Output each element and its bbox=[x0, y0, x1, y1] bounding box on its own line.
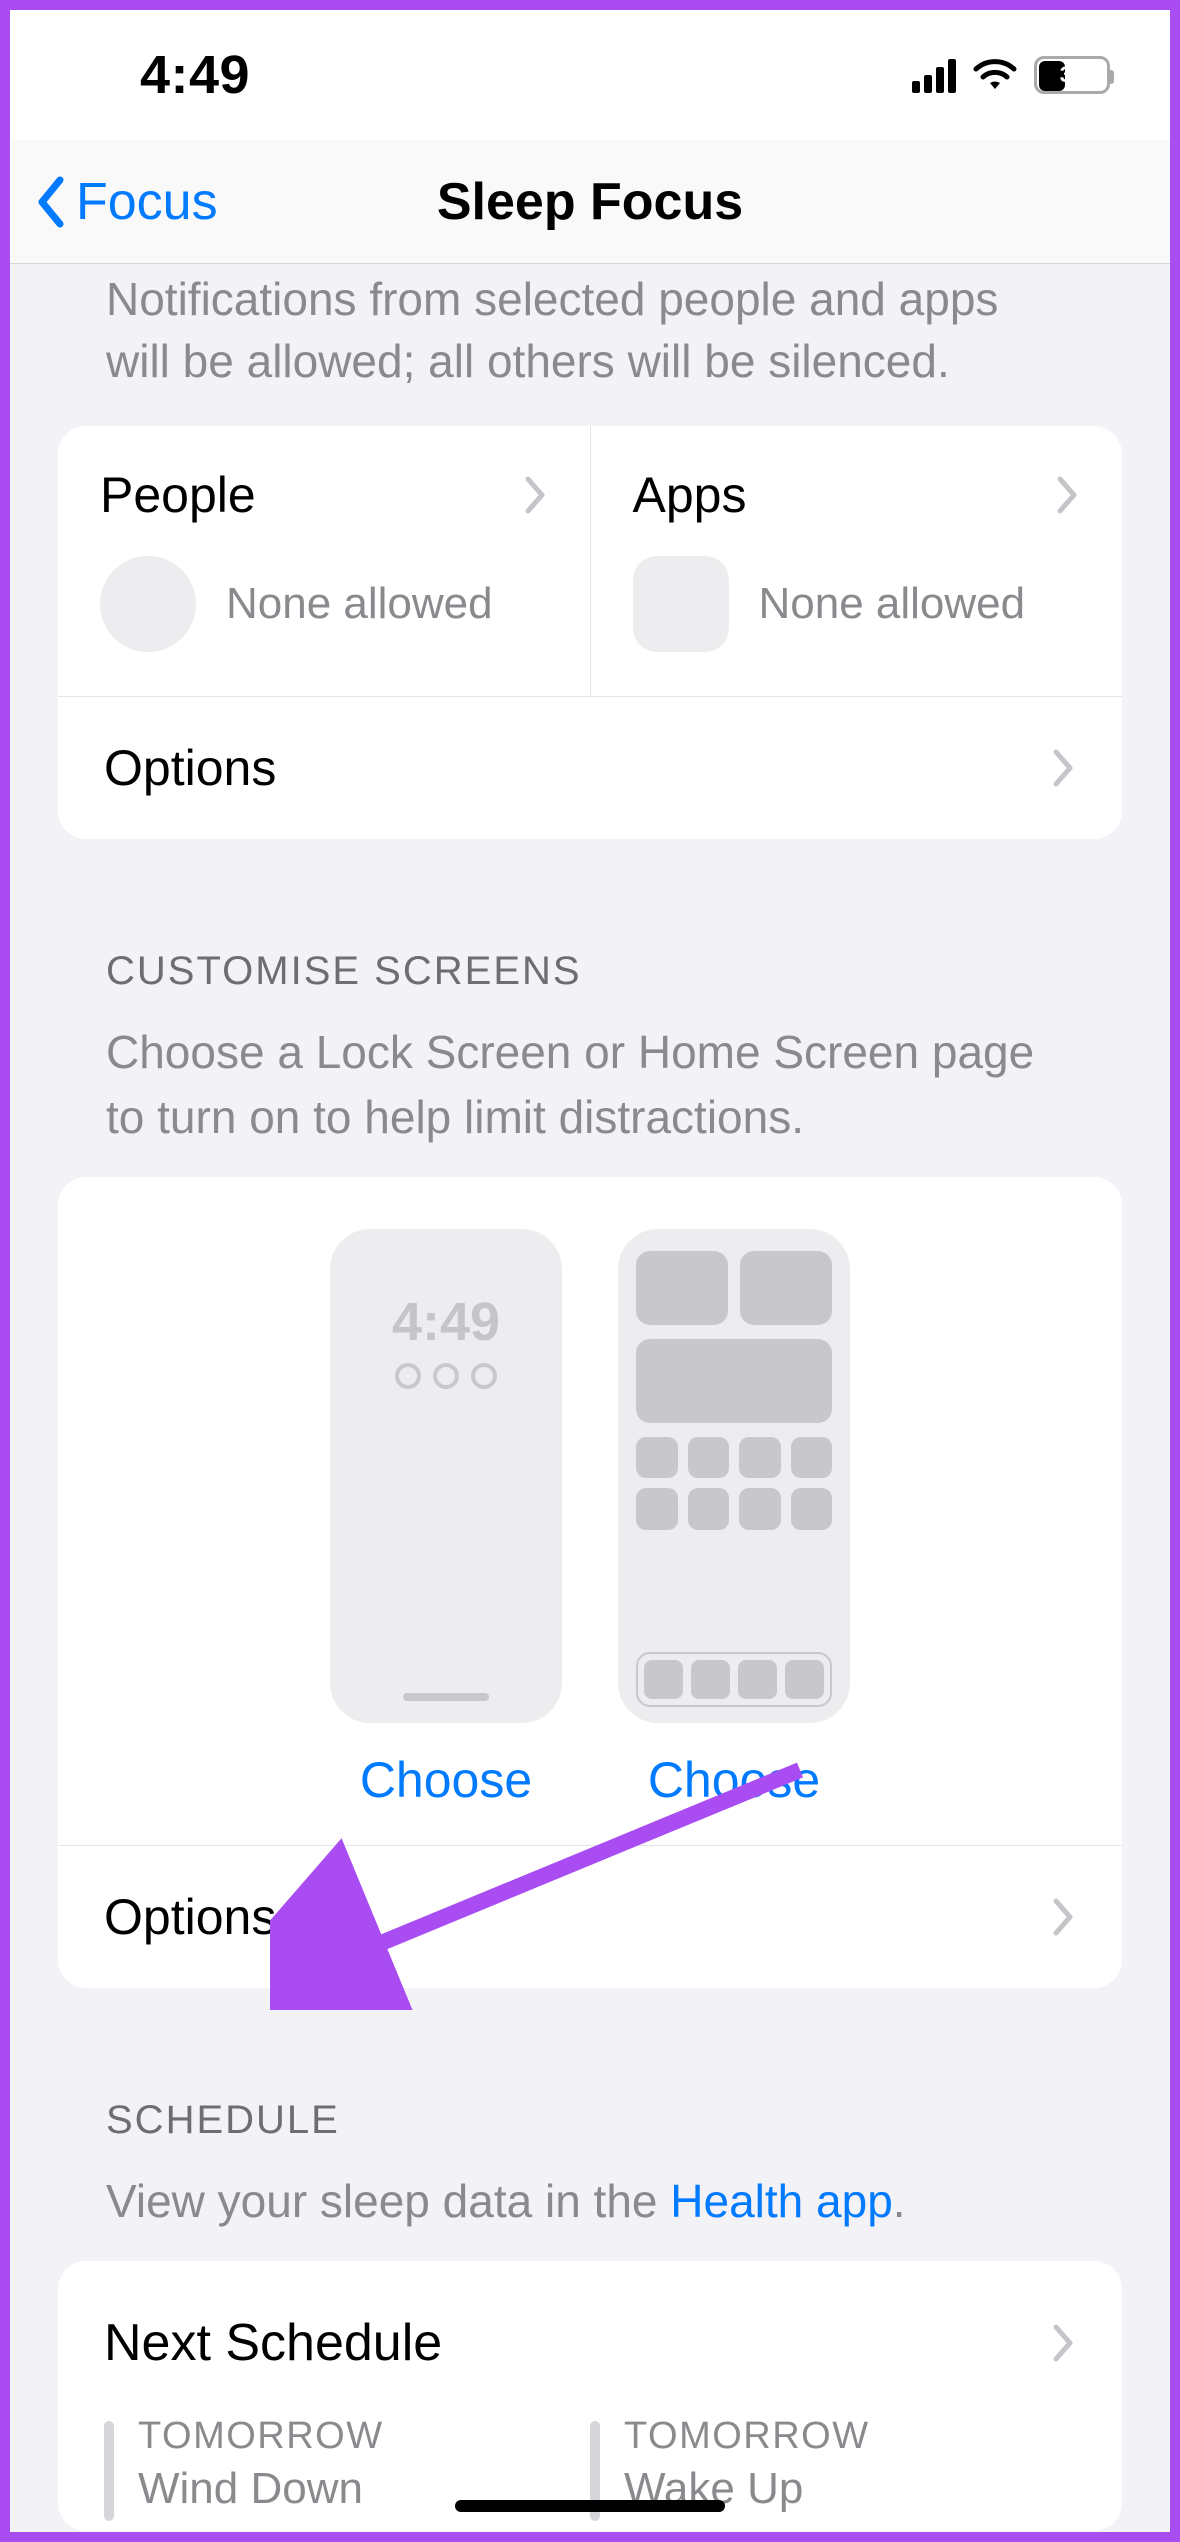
apps-status: None allowed bbox=[759, 579, 1026, 629]
options-label: Options bbox=[104, 1888, 276, 1946]
customise-options-row[interactable]: Options bbox=[58, 1845, 1122, 1988]
chevron-right-icon bbox=[1050, 748, 1076, 788]
back-button[interactable]: Focus bbox=[10, 172, 218, 232]
home-screen-preview[interactable]: Choose bbox=[618, 1229, 850, 1809]
customise-header: CUSTOMISE SCREENS bbox=[10, 839, 1170, 1010]
chevron-right-icon bbox=[1050, 1897, 1076, 1937]
chevron-right-icon bbox=[522, 475, 548, 515]
people-placeholder-icon bbox=[100, 556, 196, 652]
health-app-link[interactable]: Health app bbox=[670, 2175, 893, 2227]
lock-preview-time: 4:49 bbox=[392, 1291, 500, 1353]
wifi-icon bbox=[972, 57, 1018, 93]
cellular-icon bbox=[912, 57, 956, 93]
options-label: Options bbox=[104, 739, 276, 797]
lock-screen-thumbnail: 4:49 bbox=[330, 1229, 562, 1723]
apps-placeholder-icon bbox=[633, 556, 729, 652]
choose-lock-screen-button[interactable]: Choose bbox=[360, 1751, 532, 1809]
choose-home-screen-button[interactable]: Choose bbox=[648, 1751, 820, 1809]
allowed-options-row[interactable]: Options bbox=[58, 696, 1122, 839]
home-screen-thumbnail bbox=[618, 1229, 850, 1723]
allowed-description: Notifications from selected people and a… bbox=[10, 264, 1170, 426]
schedule-marker bbox=[104, 2421, 114, 2521]
customise-description: Choose a Lock Screen or Home Screen page… bbox=[10, 1010, 1170, 1177]
back-label: Focus bbox=[76, 172, 218, 232]
next-schedule-card: Next Schedule TOMORROW Wind Down TOMORRO… bbox=[58, 2261, 1122, 2531]
lock-screen-preview[interactable]: 4:49 Choose bbox=[330, 1229, 562, 1809]
schedule-event-name: Wind Down bbox=[138, 2464, 384, 2514]
people-status: None allowed bbox=[226, 579, 493, 629]
allowed-card: People None allowed Apps Non bbox=[58, 426, 1122, 839]
status-icons: 36 bbox=[912, 56, 1110, 94]
home-indicator[interactable] bbox=[455, 2500, 725, 2512]
lock-preview-dots bbox=[395, 1363, 497, 1389]
apps-title: Apps bbox=[633, 466, 747, 524]
apps-cell[interactable]: Apps None allowed bbox=[591, 426, 1123, 696]
people-cell[interactable]: People None allowed bbox=[58, 426, 591, 696]
customise-screens-card: 4:49 Choose bbox=[58, 1177, 1122, 1988]
chevron-left-icon bbox=[32, 174, 72, 230]
next-schedule-label: Next Schedule bbox=[104, 2313, 442, 2373]
schedule-day-label: TOMORROW bbox=[624, 2415, 870, 2458]
chevron-right-icon bbox=[1054, 475, 1080, 515]
schedule-header: SCHEDULE bbox=[10, 1988, 1170, 2159]
chevron-right-icon bbox=[1050, 2323, 1076, 2363]
people-title: People bbox=[100, 466, 256, 524]
status-time: 4:49 bbox=[140, 44, 250, 106]
battery-icon: 36 bbox=[1034, 56, 1110, 94]
schedule-day-label: TOMORROW bbox=[138, 2415, 384, 2458]
schedule-description: View your sleep data in the Health app. bbox=[10, 2159, 1170, 2261]
next-schedule-row[interactable]: Next Schedule bbox=[58, 2261, 1122, 2415]
navigation-bar: Focus Sleep Focus bbox=[10, 140, 1170, 264]
status-bar: 4:49 36 bbox=[10, 10, 1170, 140]
battery-percent: 36 bbox=[1037, 62, 1107, 88]
